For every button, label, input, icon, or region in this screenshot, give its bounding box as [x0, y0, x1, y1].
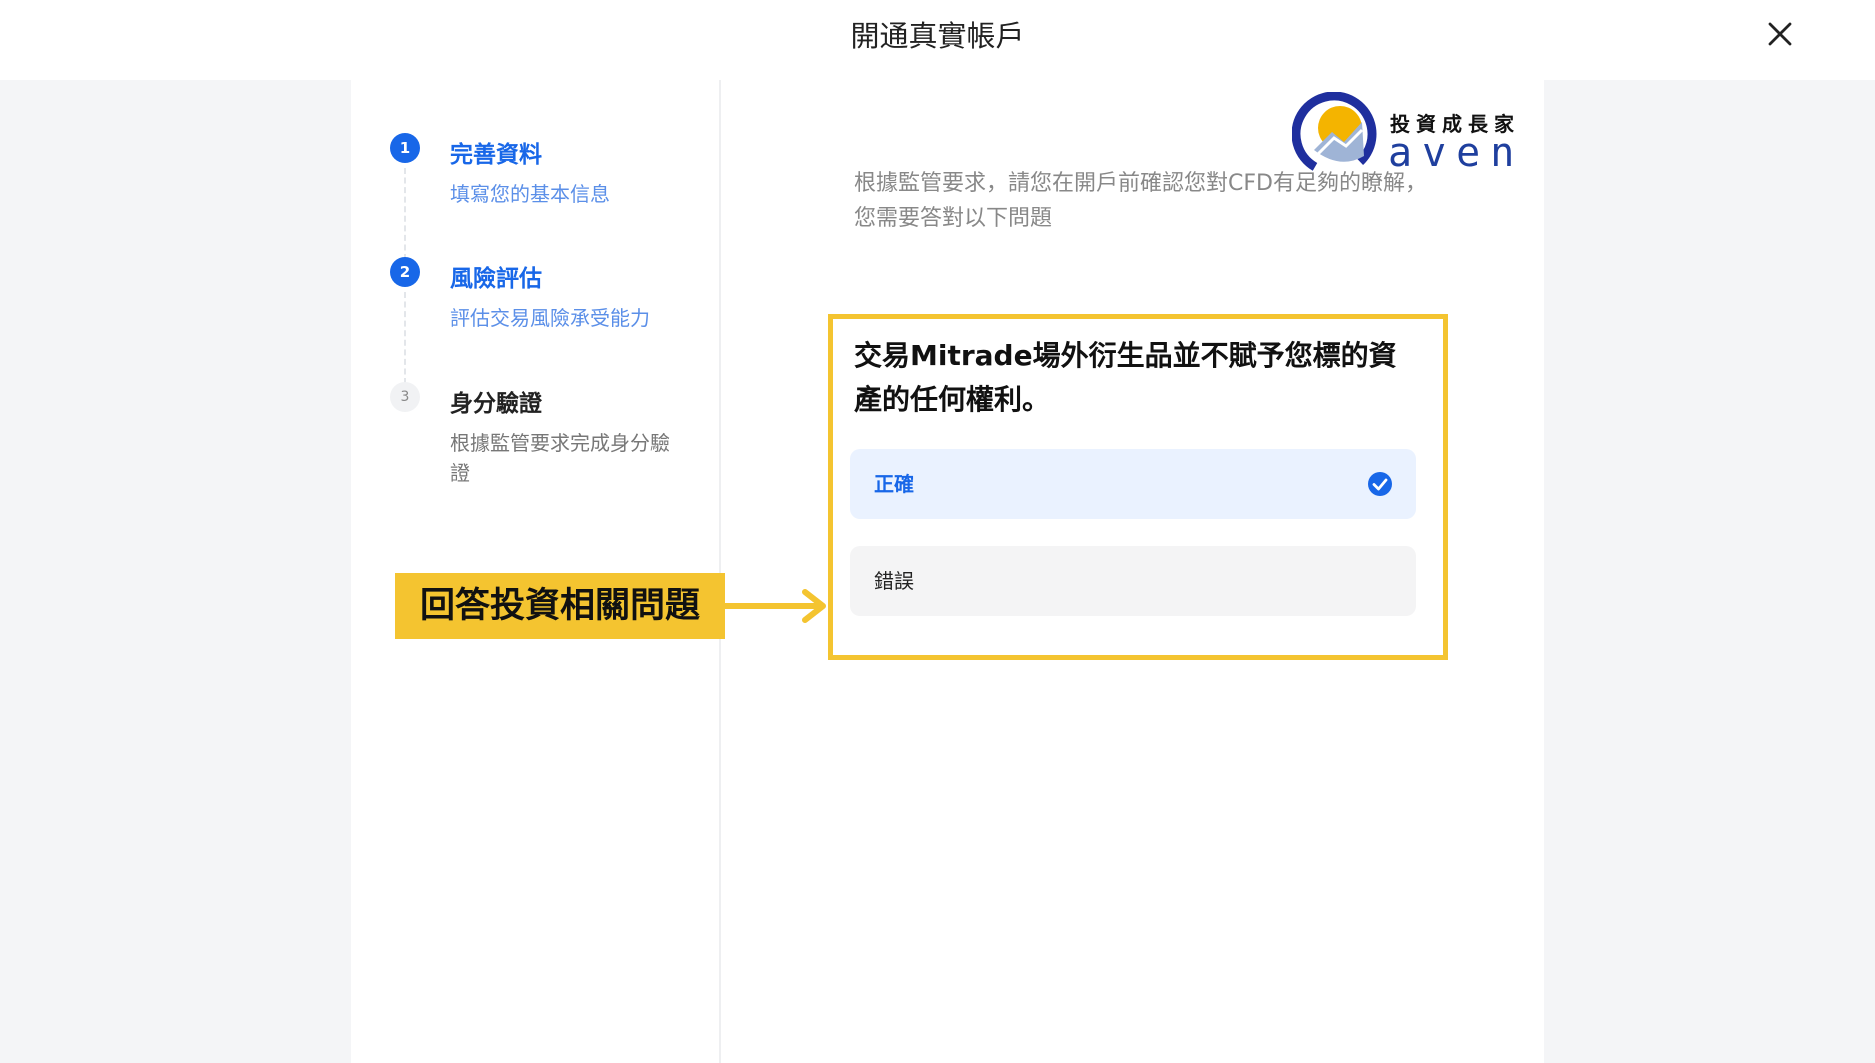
- check-circle-icon: [1368, 472, 1392, 496]
- step-title: 身分驗證: [450, 391, 542, 417]
- step-subtitle: 評估交易風險承受能力: [450, 306, 650, 330]
- step-number: 3: [390, 382, 420, 412]
- sidebar-divider: [719, 80, 721, 1063]
- page-title: 開通真實帳戶: [850, 19, 1025, 53]
- step-connector: [404, 292, 406, 384]
- arrow-right-icon: [725, 589, 826, 623]
- step-title: 完善資料: [450, 142, 542, 168]
- close-button[interactable]: [1762, 16, 1798, 52]
- step-subtitle: 填寫您的基本信息: [450, 182, 610, 206]
- option-label: 錯誤: [874, 569, 914, 593]
- step-subtitle: 根據監管要求完成身分驗證: [450, 431, 670, 485]
- step-connector: [404, 168, 406, 260]
- step-title: 風險評估: [450, 266, 542, 292]
- option-label: 正確: [874, 472, 914, 496]
- option-true[interactable]: 正確: [850, 449, 1416, 519]
- question-text: 交易Mitrade場外衍生品並不賦予您標的資產的任何權利。: [854, 339, 1397, 416]
- close-icon: [1768, 22, 1792, 46]
- option-false[interactable]: 錯誤: [850, 546, 1416, 616]
- step-number: 2: [390, 257, 420, 287]
- step-number: 1: [390, 133, 420, 163]
- annotation-callout: 回答投資相關問題: [395, 573, 725, 639]
- intro-text: 根據監管要求，請您在開戶前確認您對CFD有足夠的瞭解，您需要答對以下問題: [854, 171, 1427, 231]
